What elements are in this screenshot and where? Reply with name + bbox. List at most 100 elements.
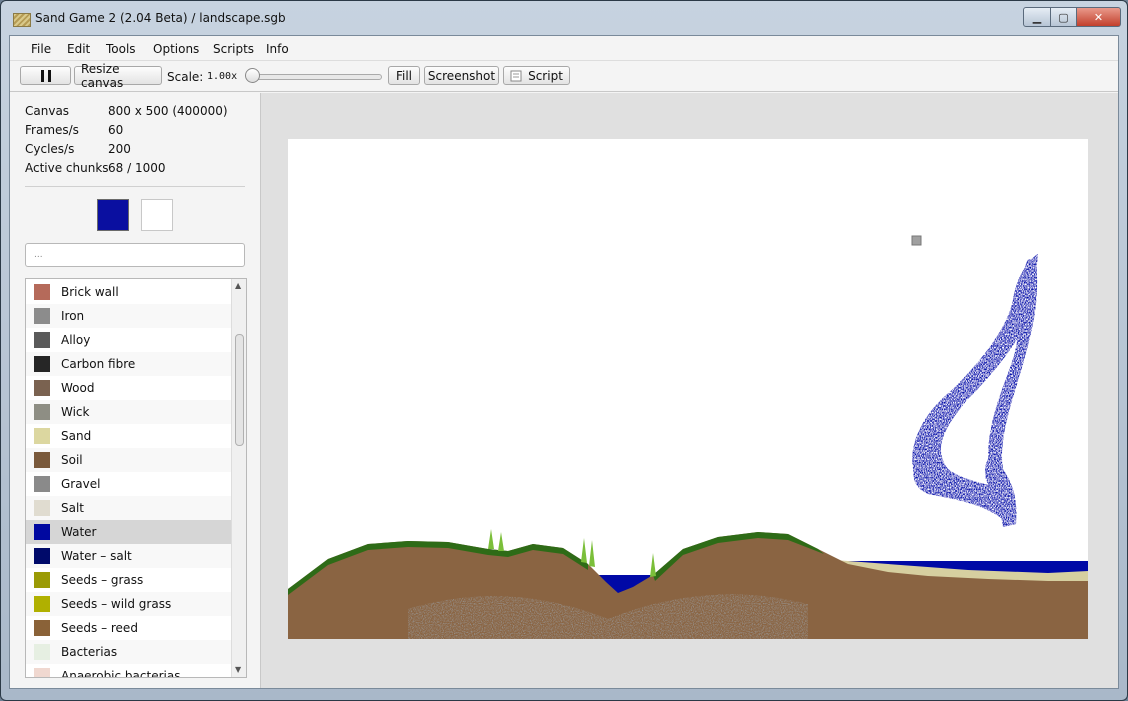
window-controls: ▁ ▢ ✕ — [1023, 7, 1121, 27]
maximize-button[interactable]: ▢ — [1051, 7, 1077, 27]
scale-label: Scale: — [167, 70, 204, 84]
material-item[interactable]: Carbon fibre — [26, 352, 231, 376]
reeds-right — [650, 553, 656, 577]
material-item[interactable]: Wood — [26, 376, 231, 400]
script-label: Script — [528, 68, 563, 83]
material-label: Sand — [61, 429, 92, 443]
menu-file[interactable]: File — [31, 42, 51, 56]
falling-water-stream — [912, 254, 1038, 527]
material-label: Seeds – wild grass — [61, 597, 172, 611]
client-area: File Edit Tools Options Scripts Info Res… — [9, 35, 1119, 689]
material-item[interactable]: Sand — [26, 424, 231, 448]
script-button[interactable]: Script — [503, 66, 570, 85]
material-swatch-icon — [34, 644, 50, 660]
material-label: Seeds – grass — [61, 573, 144, 587]
material-item[interactable]: Wick — [26, 400, 231, 424]
material-item[interactable]: Seeds – grass — [26, 568, 231, 592]
material-swatch-icon — [34, 356, 50, 372]
script-icon — [510, 70, 522, 81]
material-swatch-icon — [34, 548, 50, 564]
divider — [25, 186, 245, 187]
material-label: Water — [61, 525, 97, 539]
material-label: Bacterias — [61, 645, 118, 659]
minimize-icon: ▁ — [1032, 10, 1042, 24]
material-label: Water – salt — [61, 549, 132, 563]
material-label: Gravel — [61, 477, 101, 491]
scrollbar-thumb[interactable] — [235, 334, 244, 446]
material-item[interactable]: Brick wall — [26, 280, 231, 304]
material-label: Salt — [61, 501, 85, 515]
material-swatch-icon — [34, 380, 50, 396]
material-label: Wood — [61, 381, 95, 395]
secondary-brush-swatch[interactable] — [141, 199, 173, 231]
stat-chunks-key: Active chunks — [25, 161, 109, 175]
toolbar: Resize canvas Scale: 1.00x Fill Screensh… — [10, 61, 1118, 92]
material-label: Wick — [61, 405, 90, 419]
material-item[interactable]: Anaerobic bacterias — [26, 664, 231, 677]
pause-icon — [40, 69, 51, 82]
simulation-canvas[interactable] — [288, 139, 1088, 639]
title-bar[interactable]: Sand Game 2 (2.04 Beta) / landscape.sgb … — [1, 1, 1127, 35]
material-item[interactable]: Bacterias — [26, 640, 231, 664]
material-item[interactable]: Seeds – reed — [26, 616, 231, 640]
material-label: Seeds – reed — [61, 621, 138, 635]
resize-canvas-button[interactable]: Resize canvas — [74, 62, 162, 90]
material-swatch-icon — [34, 332, 50, 348]
stat-chunks-value: 68 / 1000 — [108, 161, 166, 175]
material-item[interactable]: Salt — [26, 496, 231, 520]
sand-app-icon — [13, 13, 31, 27]
close-icon: ✕ — [1093, 10, 1104, 24]
menu-scripts[interactable]: Scripts — [213, 42, 254, 56]
material-item[interactable]: Gravel — [26, 472, 231, 496]
stat-fps-key: Frames/s — [25, 123, 79, 137]
stat-canvas-value: 800 x 500 (400000) — [108, 104, 228, 118]
app-window: Sand Game 2 (2.04 Beta) / landscape.sgb … — [0, 0, 1128, 701]
window-title: Sand Game 2 (2.04 Beta) / landscape.sgb — [35, 11, 286, 25]
material-item[interactable]: Iron — [26, 304, 231, 328]
material-search-input[interactable]: ... — [25, 243, 245, 267]
material-item[interactable]: Soil — [26, 448, 231, 472]
sidebar: Canvas 800 x 500 (400000) Frames/s 60 Cy… — [10, 93, 261, 688]
stat-canvas-key: Canvas — [25, 104, 70, 118]
canvas-viewport — [261, 93, 1118, 688]
stat-cycles-key: Cycles/s — [25, 142, 75, 156]
material-label: Brick wall — [61, 285, 119, 299]
material-swatch-icon — [34, 572, 50, 588]
menu-info[interactable]: Info — [266, 42, 289, 56]
list-scrollbar[interactable]: ▲ ▼ — [231, 279, 246, 677]
material-item[interactable]: Water – salt — [26, 544, 231, 568]
material-item[interactable]: Water — [26, 520, 231, 544]
scale-slider-track[interactable] — [250, 74, 382, 80]
scale-value: 1.00x — [207, 71, 238, 82]
material-swatch-icon — [34, 308, 50, 324]
material-label: Alloy — [61, 333, 91, 347]
material-swatch-icon — [34, 284, 50, 300]
menu-bar: File Edit Tools Options Scripts Info — [10, 36, 1118, 61]
simulation-scene — [288, 235, 1088, 639]
material-item[interactable]: Alloy — [26, 328, 231, 352]
scroll-up-icon[interactable]: ▲ — [235, 281, 241, 290]
close-button[interactable]: ✕ — [1077, 7, 1121, 27]
menu-tools[interactable]: Tools — [106, 42, 136, 56]
minimize-button[interactable]: ▁ — [1023, 7, 1051, 27]
material-label: Carbon fibre — [61, 357, 136, 371]
material-swatch-icon — [34, 620, 50, 636]
material-swatch-icon — [34, 404, 50, 420]
material-list: Anaerobic bacterias Bacterias Seeds – reed… — [25, 278, 247, 678]
menu-options[interactable]: Options — [153, 42, 199, 56]
fill-button[interactable]: Fill — [388, 66, 420, 85]
scale-slider-thumb[interactable] — [245, 68, 260, 83]
screenshot-button[interactable]: Screenshot — [424, 66, 499, 85]
material-swatch-icon — [34, 668, 50, 677]
pause-button[interactable] — [20, 66, 71, 85]
stone-block — [911, 235, 922, 246]
material-label: Soil — [61, 453, 83, 467]
stat-cycles-value: 200 — [108, 142, 131, 156]
menu-edit[interactable]: Edit — [67, 42, 90, 56]
material-swatch-icon — [34, 596, 50, 612]
material-label: Iron — [61, 309, 85, 323]
material-swatch-icon — [34, 524, 50, 540]
primary-brush-swatch[interactable] — [97, 199, 129, 231]
material-item[interactable]: Seeds – wild grass — [26, 592, 231, 616]
scroll-down-icon[interactable]: ▼ — [235, 665, 241, 674]
